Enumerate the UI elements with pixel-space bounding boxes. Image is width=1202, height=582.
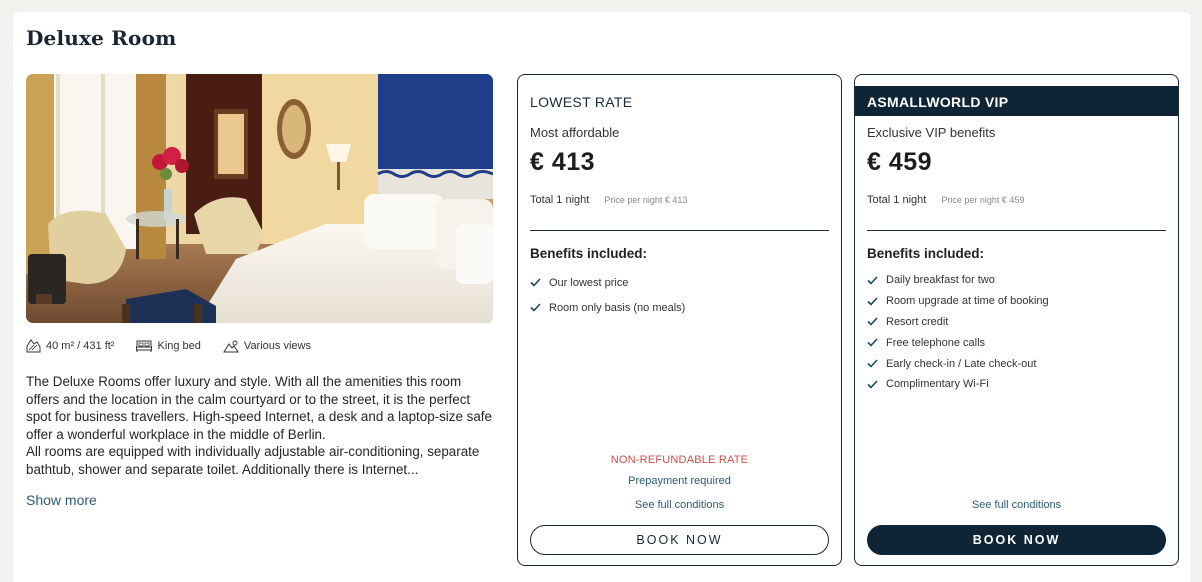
rate-price: € 459 xyxy=(867,148,933,176)
benefit-label: Complimentary Wi-Fi xyxy=(886,378,989,391)
check-icon xyxy=(867,276,878,285)
room-title: Deluxe Room xyxy=(26,26,177,50)
rate-price-per-night: Price per night € 413 xyxy=(604,195,688,205)
rate-card-vip: ASMALLWORLD VIP Exclusive VIP benefits €… xyxy=(854,74,1179,566)
book-now-button[interactable]: BOOK NOW xyxy=(867,525,1166,555)
rate-price-per-night: Price per night € 459 xyxy=(941,195,1025,205)
show-more-link[interactable]: Show more xyxy=(26,492,97,508)
check-icon xyxy=(867,317,878,327)
rate-card-lowest: LOWEST RATE Most affordable € 413 Total … xyxy=(517,74,842,566)
benefit-item: Room upgrade at time of booking xyxy=(867,291,1049,312)
feature-view-label: Various views xyxy=(243,340,311,352)
benefit-item: Resort credit xyxy=(867,312,1049,333)
see-full-conditions-link[interactable]: See full conditions xyxy=(855,499,1178,511)
bed-icon xyxy=(136,340,153,352)
benefit-label: Room only basis (no meals) xyxy=(549,301,686,314)
rate-subtitle: Exclusive VIP benefits xyxy=(867,125,996,140)
benefit-label: Room upgrade at time of booking xyxy=(886,295,1049,308)
room-photo-image xyxy=(26,74,493,323)
rate-total-nights: Total 1 night xyxy=(530,194,590,206)
rate-name: LOWEST RATE xyxy=(530,94,633,110)
check-icon xyxy=(867,380,878,389)
check-icon xyxy=(867,359,878,368)
benefit-label: Our lowest price xyxy=(549,276,629,289)
benefit-label: Daily breakfast for two xyxy=(886,274,995,287)
rate-price: € 413 xyxy=(530,148,596,176)
benefits-title: Benefits included: xyxy=(867,246,985,261)
benefit-item: Free telephone calls xyxy=(867,332,1049,353)
room-card: Deluxe Room 40 m² / 431 ft² King bed Var… xyxy=(13,12,1191,582)
room-photo[interactable] xyxy=(26,74,493,323)
divider xyxy=(867,230,1166,231)
benefits-list: Our lowest price Room only basis (no mea… xyxy=(530,270,685,320)
benefit-item: Daily breakfast for two xyxy=(867,270,1049,291)
divider xyxy=(530,230,829,231)
benefit-item: Our lowest price xyxy=(530,270,685,295)
room-features: 40 m² / 431 ft² King bed Various views xyxy=(26,339,333,353)
check-icon xyxy=(530,278,541,287)
feature-bed-label: King bed xyxy=(157,340,201,352)
book-now-button[interactable]: BOOK NOW xyxy=(530,525,829,555)
room-description-paragraph-2: All rooms are equipped with individually… xyxy=(26,444,480,477)
prepayment-label: Prepayment required xyxy=(628,475,731,487)
benefit-item: Early check-in / Late check-out xyxy=(867,353,1049,374)
feature-view: Various views xyxy=(223,340,311,353)
benefit-label: Free telephone calls xyxy=(886,336,986,349)
feature-area-label: 40 m² / 431 ft² xyxy=(46,340,115,352)
non-refundable-label: NON-REFUNDABLE RATE xyxy=(610,454,749,466)
benefit-label: Resort credit xyxy=(886,315,949,328)
rate-name: ASMALLWORLD VIP xyxy=(855,86,1178,116)
rate-total: Total 1 night Price per night € 413 xyxy=(530,194,687,206)
check-icon xyxy=(867,297,878,306)
room-description: The Deluxe Rooms offer luxury and style.… xyxy=(26,373,496,479)
benefit-label: Early check-in / Late check-out xyxy=(886,357,1037,370)
check-icon xyxy=(867,338,878,347)
mountain-view-icon xyxy=(223,340,239,352)
benefit-item: Room only basis (no meals) xyxy=(530,295,685,320)
see-full-conditions-link[interactable]: See full conditions xyxy=(518,499,841,511)
room-description-paragraph-1: The Deluxe Rooms offer luxury and style.… xyxy=(26,374,492,442)
benefits-list: Daily breakfast for two Room upgrade at … xyxy=(867,270,1049,395)
rate-subtitle: Most affordable xyxy=(530,125,620,140)
benefits-title: Benefits included: xyxy=(530,246,648,261)
check-icon xyxy=(530,303,541,312)
feature-bed: King bed xyxy=(136,340,201,352)
area-icon xyxy=(26,339,41,353)
benefit-item: Complimentary Wi-Fi xyxy=(867,374,1049,395)
rate-total-nights: Total 1 night xyxy=(867,194,927,206)
feature-area: 40 m² / 431 ft² xyxy=(26,339,114,353)
rate-total: Total 1 night Price per night € 459 xyxy=(867,194,1024,206)
